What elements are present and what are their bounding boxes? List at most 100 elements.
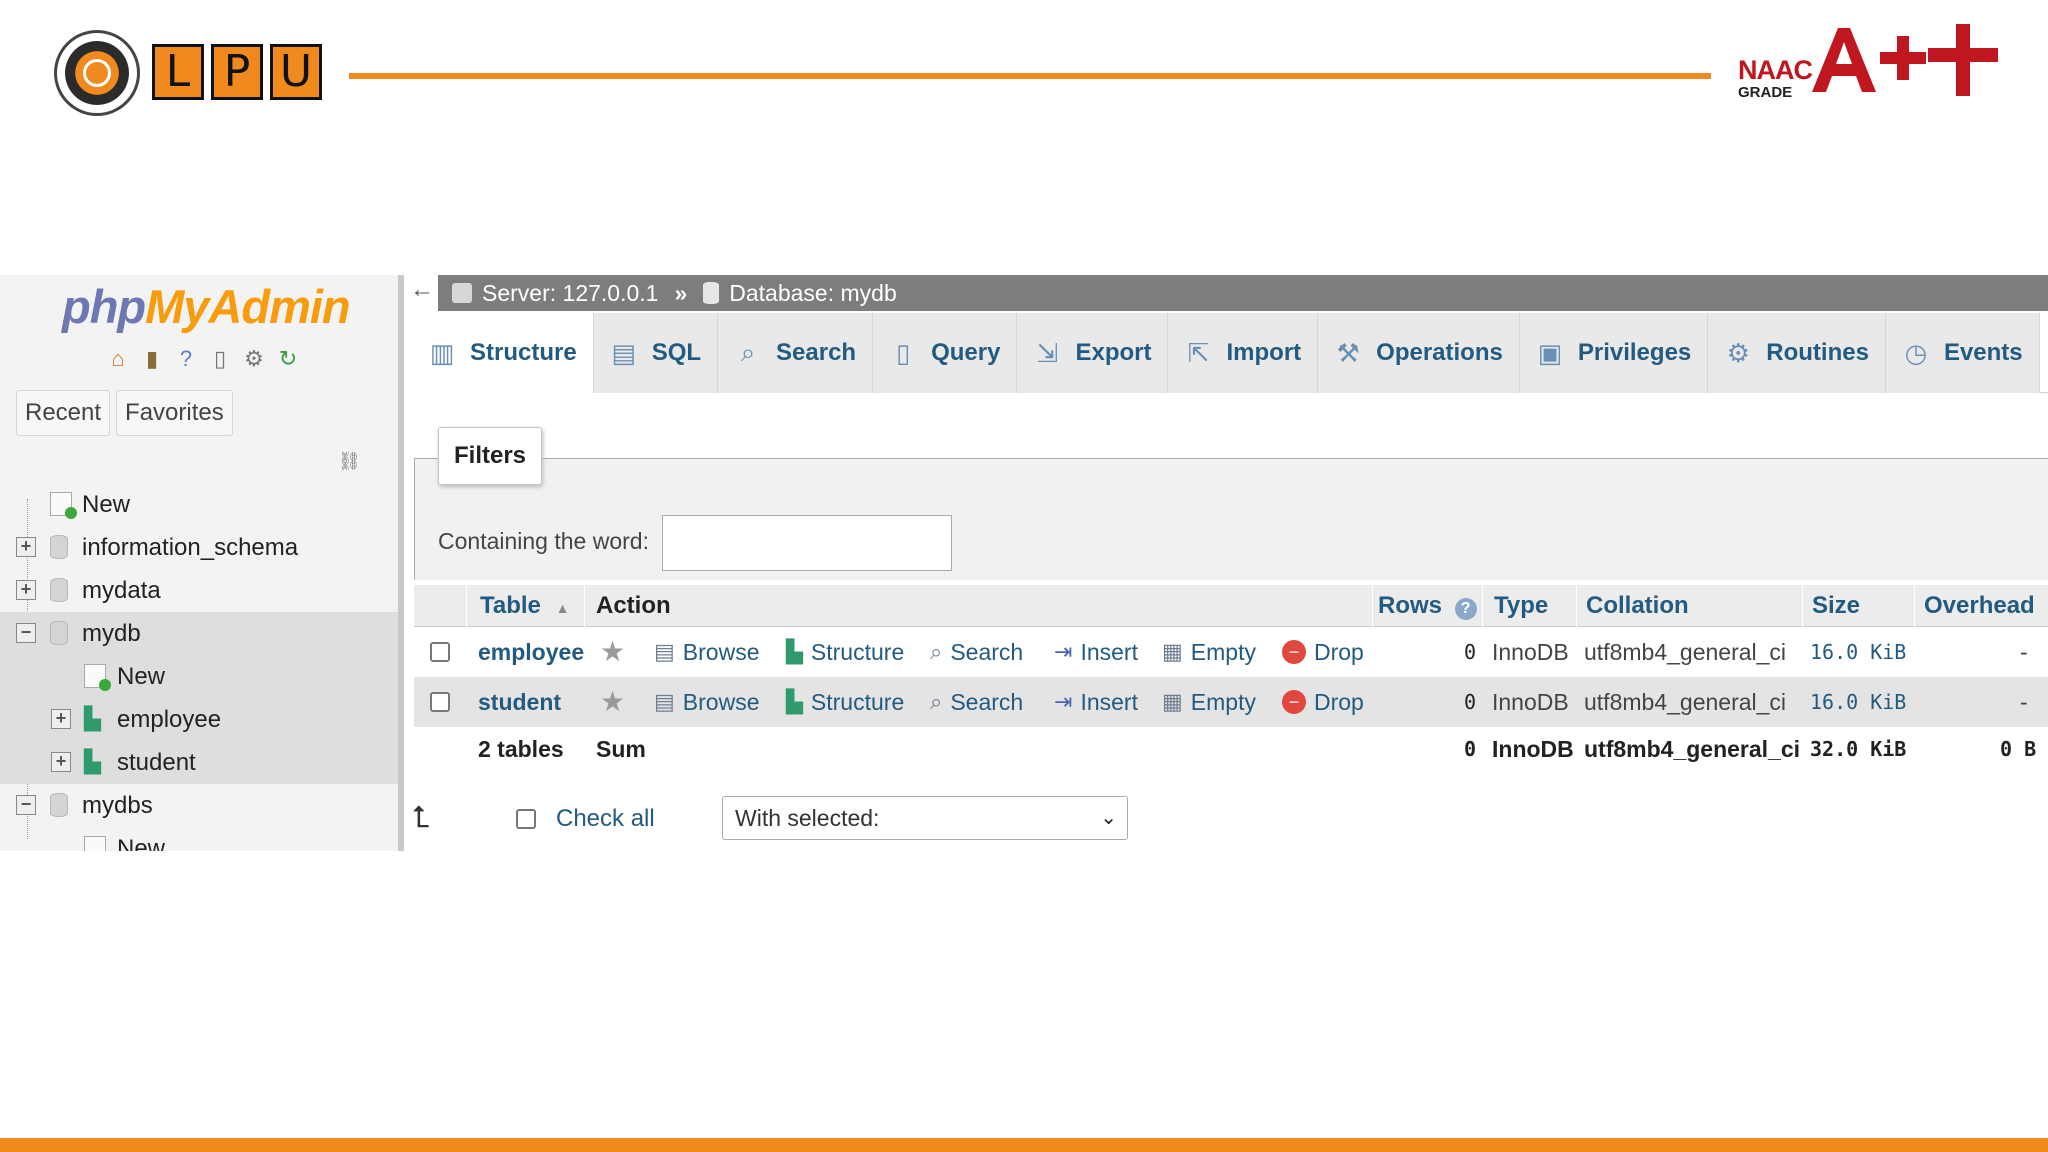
tab-label: Export [1075,339,1152,366]
expand-icon[interactable]: + [51,752,71,772]
link-with-main-panel-icon[interactable]: ⛓ [338,451,361,472]
navigation-sidebar: phpMyAdmin ⌂ ▮ ? ▯ ⚙ ↻ Recent Favorites … [0,275,404,851]
table-row: student ★ ▤ Browse ▙ Structure ⌕ Search ⇥ In… [414,677,2048,727]
drop-action[interactable]: − Drop [1282,677,1364,727]
drop-action[interactable]: − Drop [1282,627,1364,677]
empty-icon: ▦ [1162,689,1183,714]
tab-sql[interactable]: ▤ SQL [593,313,719,393]
search-action[interactable]: ⌕ Search [930,627,1023,677]
header-collation[interactable]: Collation [1586,585,1689,627]
tree-item-label: mydb [82,620,141,647]
database-icon [50,578,68,602]
tab-query[interactable]: ▯ Query [873,313,1018,393]
expand-icon[interactable]: + [16,537,36,557]
docs-icon[interactable]: ▯ [206,345,234,373]
breadcrumb-database[interactable]: Database: mydb [729,280,896,307]
action-label: Browse [682,689,760,715]
tree-item-mydbs[interactable]: − mydbs [0,784,398,827]
engine-type: InnoDB [1492,689,1569,715]
insert-action[interactable]: ⇥ Insert [1054,677,1138,727]
phpmyadmin-logo[interactable]: phpMyAdmin [62,279,351,334]
expand-icon[interactable]: + [51,709,71,729]
size-value[interactable]: 16.0 KiB [1810,627,1906,677]
header-rows[interactable]: Rows ? [1378,585,1477,627]
action-label: Drop [1314,639,1364,665]
header-type[interactable]: Type [1494,585,1548,627]
tab-events[interactable]: ◷ Events [1885,313,2040,393]
tab-structure[interactable]: ▥ Structure [412,313,594,393]
rows-count: 0 [1464,690,1477,714]
tab-import[interactable]: ⇱ Import [1168,313,1319,393]
favorite-star-icon[interactable]: ★ [600,677,625,727]
lpu-wordmark: L P U [152,44,322,100]
tab-search[interactable]: ⌕ Search [718,313,874,393]
reload-icon[interactable]: ↻ [274,345,302,373]
home-icon[interactable]: ⌂ [104,345,132,373]
help-icon[interactable]: ? [172,345,200,373]
expand-icon[interactable]: + [16,580,36,600]
empty-action[interactable]: ▦ Empty [1162,677,1256,727]
summary-collation: utf8mb4_general_ci [1584,736,1801,762]
check-all-label[interactable]: Check all [556,805,655,833]
browse-icon: ▤ [654,689,675,714]
structure-icon: ▥ [429,337,455,368]
tree-item-student[interactable]: + ▙ student [0,741,398,784]
lpu-letter: P [211,44,263,100]
tree-item-information-schema[interactable]: + information_schema [0,526,398,569]
favorites-tab[interactable]: Favorites [116,390,233,436]
summary-table-count: 2 tables [478,736,564,762]
header-divider [1576,585,1577,627]
logout-icon[interactable]: ▮ [138,345,166,373]
tab-export[interactable]: ⇲ Export [1017,313,1169,393]
breadcrumb-server[interactable]: Server: 127.0.0.1 [482,280,658,307]
browse-action[interactable]: ▤ Browse [654,677,760,727]
tree-item-label: mydata [82,577,161,604]
structure-action[interactable]: ▙ Structure [786,677,904,727]
database-icon [50,793,68,817]
tab-privileges[interactable]: ▣ Privileges [1519,313,1709,393]
tree-item-label: information_schema [82,534,299,561]
database-icon [50,621,68,645]
row-checkbox[interactable] [430,692,450,712]
size-value[interactable]: 16.0 KiB [1810,677,1906,727]
query-icon: ▯ [895,337,911,368]
table-name-link[interactable]: student [478,677,561,727]
header-action: Action [596,592,671,619]
tree-item-mydb[interactable]: − mydb [0,612,398,655]
tab-routines[interactable]: ⚙ Routines [1708,313,1886,393]
tab-operations[interactable]: ⚒ Operations [1318,313,1520,393]
collapse-icon[interactable]: − [16,795,36,815]
header-table[interactable]: Table ▲ [480,585,569,627]
search-action[interactable]: ⌕ Search [930,677,1023,727]
settings-icon[interactable]: ⚙ [240,345,268,373]
tree-item-employee[interactable]: + ▙ employee [0,698,398,741]
filter-input[interactable] [662,515,952,571]
row-checkbox[interactable] [430,642,450,662]
help-icon[interactable]: ? [1454,598,1477,620]
tree-item-label: mydbs [82,792,153,819]
table-name-link[interactable]: employee [478,627,584,677]
recent-tab[interactable]: Recent [16,390,111,436]
header-overhead[interactable]: Overhead [1924,585,2035,627]
structure-icon: ▙ [786,639,803,664]
overhead-value: - [2020,639,2028,665]
filters-fieldset [414,458,2048,580]
table-icon: ▙ [84,749,101,774]
tree-item-mydb-new[interactable]: New [0,655,398,698]
header-size[interactable]: Size [1812,585,1860,627]
with-selected-dropdown[interactable]: With selected: ⌄ [722,796,1128,840]
action-label: Insert [1080,639,1138,665]
check-all-checkbox[interactable] [516,809,536,829]
tree-item-mydbs-new[interactable]: New [0,827,398,851]
tree-item-mydata[interactable]: + mydata [0,569,398,612]
structure-action[interactable]: ▙ Structure [786,627,904,677]
lpu-letter: U [270,44,322,100]
browse-action[interactable]: ▤ Browse [654,627,760,677]
tree-item-new[interactable]: New [0,483,398,526]
empty-action[interactable]: ▦ Empty [1162,627,1256,677]
sidebar-icon-bar: ⌂ ▮ ? ▯ ⚙ ↻ [104,345,302,373]
collapse-icon[interactable]: − [16,623,36,643]
collapse-sidebar-icon[interactable]: ← [410,275,434,307]
insert-action[interactable]: ⇥ Insert [1054,627,1138,677]
favorite-star-icon[interactable]: ★ [600,627,625,677]
